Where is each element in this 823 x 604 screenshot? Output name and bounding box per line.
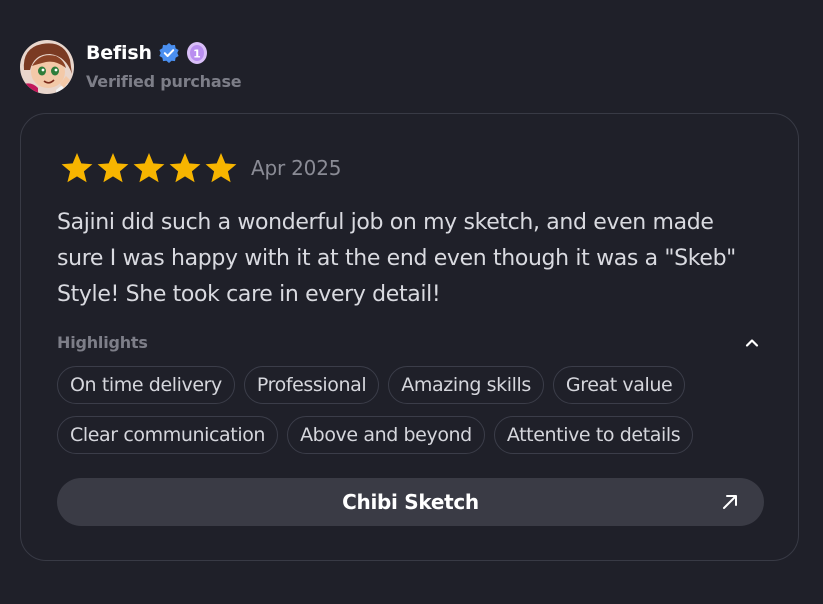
star-rating — [59, 151, 239, 185]
star-icon — [133, 153, 165, 183]
avatar-illustration — [20, 40, 74, 94]
review-card: Apr 2025 Sajini did such a wonderful job… — [20, 113, 799, 561]
level-badge-number: 1 — [193, 48, 201, 61]
reviewer-name[interactable]: Befish — [86, 42, 152, 64]
highlights-label: Highlights — [57, 333, 148, 352]
verified-purchase-label: Verified purchase — [86, 72, 242, 91]
review-text: Sajini did such a wonderful job on my sk… — [57, 210, 736, 307]
verified-check-icon — [158, 42, 180, 64]
product-label: Chibi Sketch — [342, 490, 479, 514]
reviewer-header: Befish 1 Verified purchase — [20, 40, 242, 94]
highlight-tag: Clear communication — [57, 416, 279, 454]
highlight-tag: On time delivery — [57, 366, 235, 404]
avatar[interactable] — [20, 40, 74, 94]
star-icon — [169, 153, 201, 183]
review-date: Apr 2025 — [251, 156, 342, 180]
star-icon — [205, 153, 237, 183]
highlight-tags: On time delivery Professional Amazing skil… — [57, 366, 757, 454]
level-badge-icon: 1 — [186, 41, 208, 65]
star-icon — [97, 153, 129, 183]
rating-row: Apr 2025 — [59, 151, 341, 185]
arrow-up-right-icon — [723, 495, 737, 509]
highlight-tag: Amazing skills — [388, 366, 544, 404]
star-icon — [61, 153, 93, 183]
chevron-up-icon — [745, 339, 759, 347]
highlight-tag: Above and beyond — [287, 416, 485, 454]
highlight-tag: Attentive to details — [493, 416, 694, 454]
highlight-tag: Professional — [243, 366, 380, 404]
product-link-button[interactable]: Chibi Sketch — [57, 478, 764, 526]
highlight-tag: Great value — [552, 366, 686, 404]
highlights-toggle-button[interactable] — [741, 332, 763, 354]
